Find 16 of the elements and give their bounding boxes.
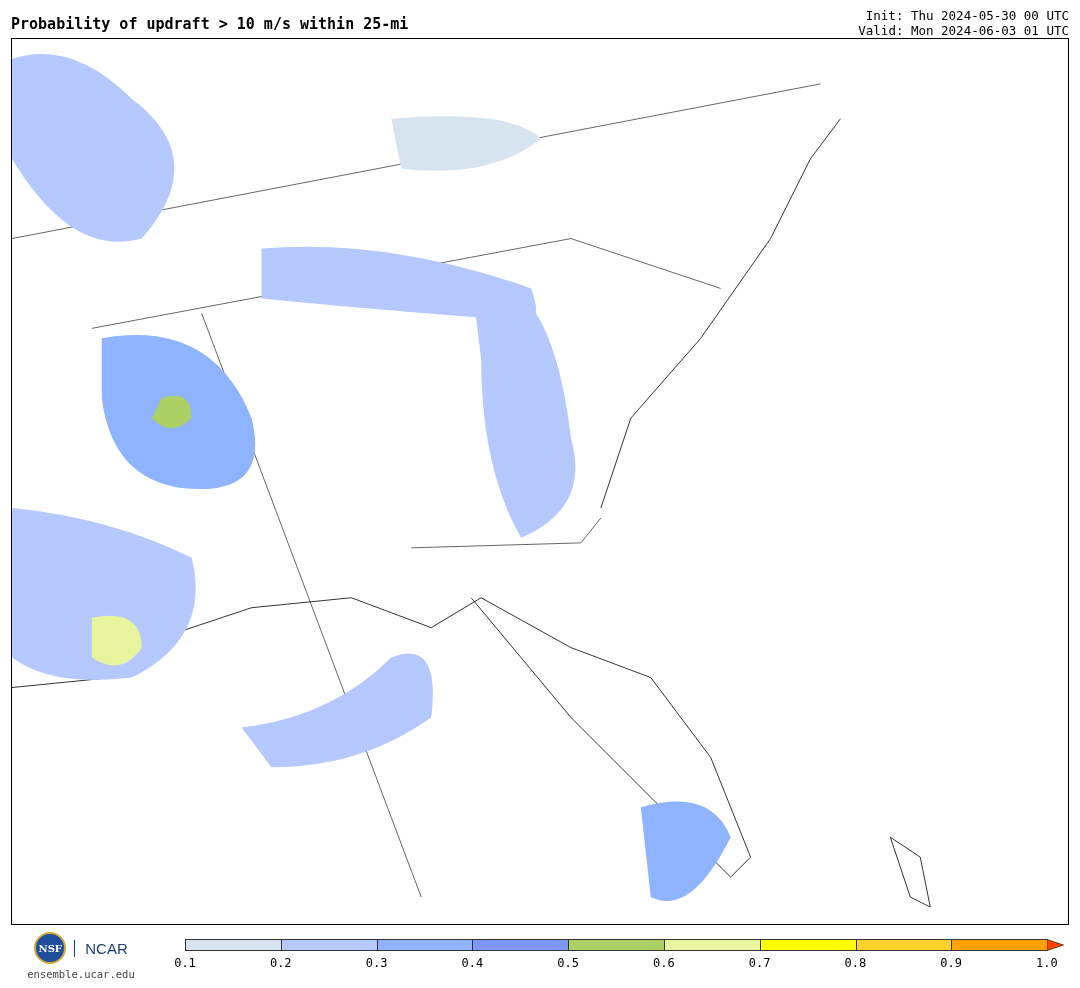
nsf-logo: NSF xyxy=(34,932,67,964)
tick-label: 0.7 xyxy=(747,956,772,970)
tick-label: 0.1 xyxy=(173,956,197,970)
tick-label: 0.3 xyxy=(364,956,389,970)
site-url: ensemble.ucar.edu xyxy=(27,968,135,980)
chart-title: Probability of updraft > 10 m/s within 25-mi xyxy=(11,15,409,33)
init-time: Init: Thu 2024-05-30 00 UTC xyxy=(865,8,1069,23)
tick-label: 0.8 xyxy=(843,956,868,970)
tick-label: 0.5 xyxy=(556,956,580,970)
tick-label: 0.2 xyxy=(268,956,293,970)
ncar-logo: NCAR xyxy=(74,939,128,957)
tick-label: 0.6 xyxy=(652,956,676,970)
tick-label: 0.4 xyxy=(460,956,485,970)
tick-label: 1.0 xyxy=(1035,956,1059,970)
valid-time: Valid: Mon 2024-06-03 01 UTC xyxy=(858,23,1069,38)
tick-label: 0.9 xyxy=(939,956,963,970)
